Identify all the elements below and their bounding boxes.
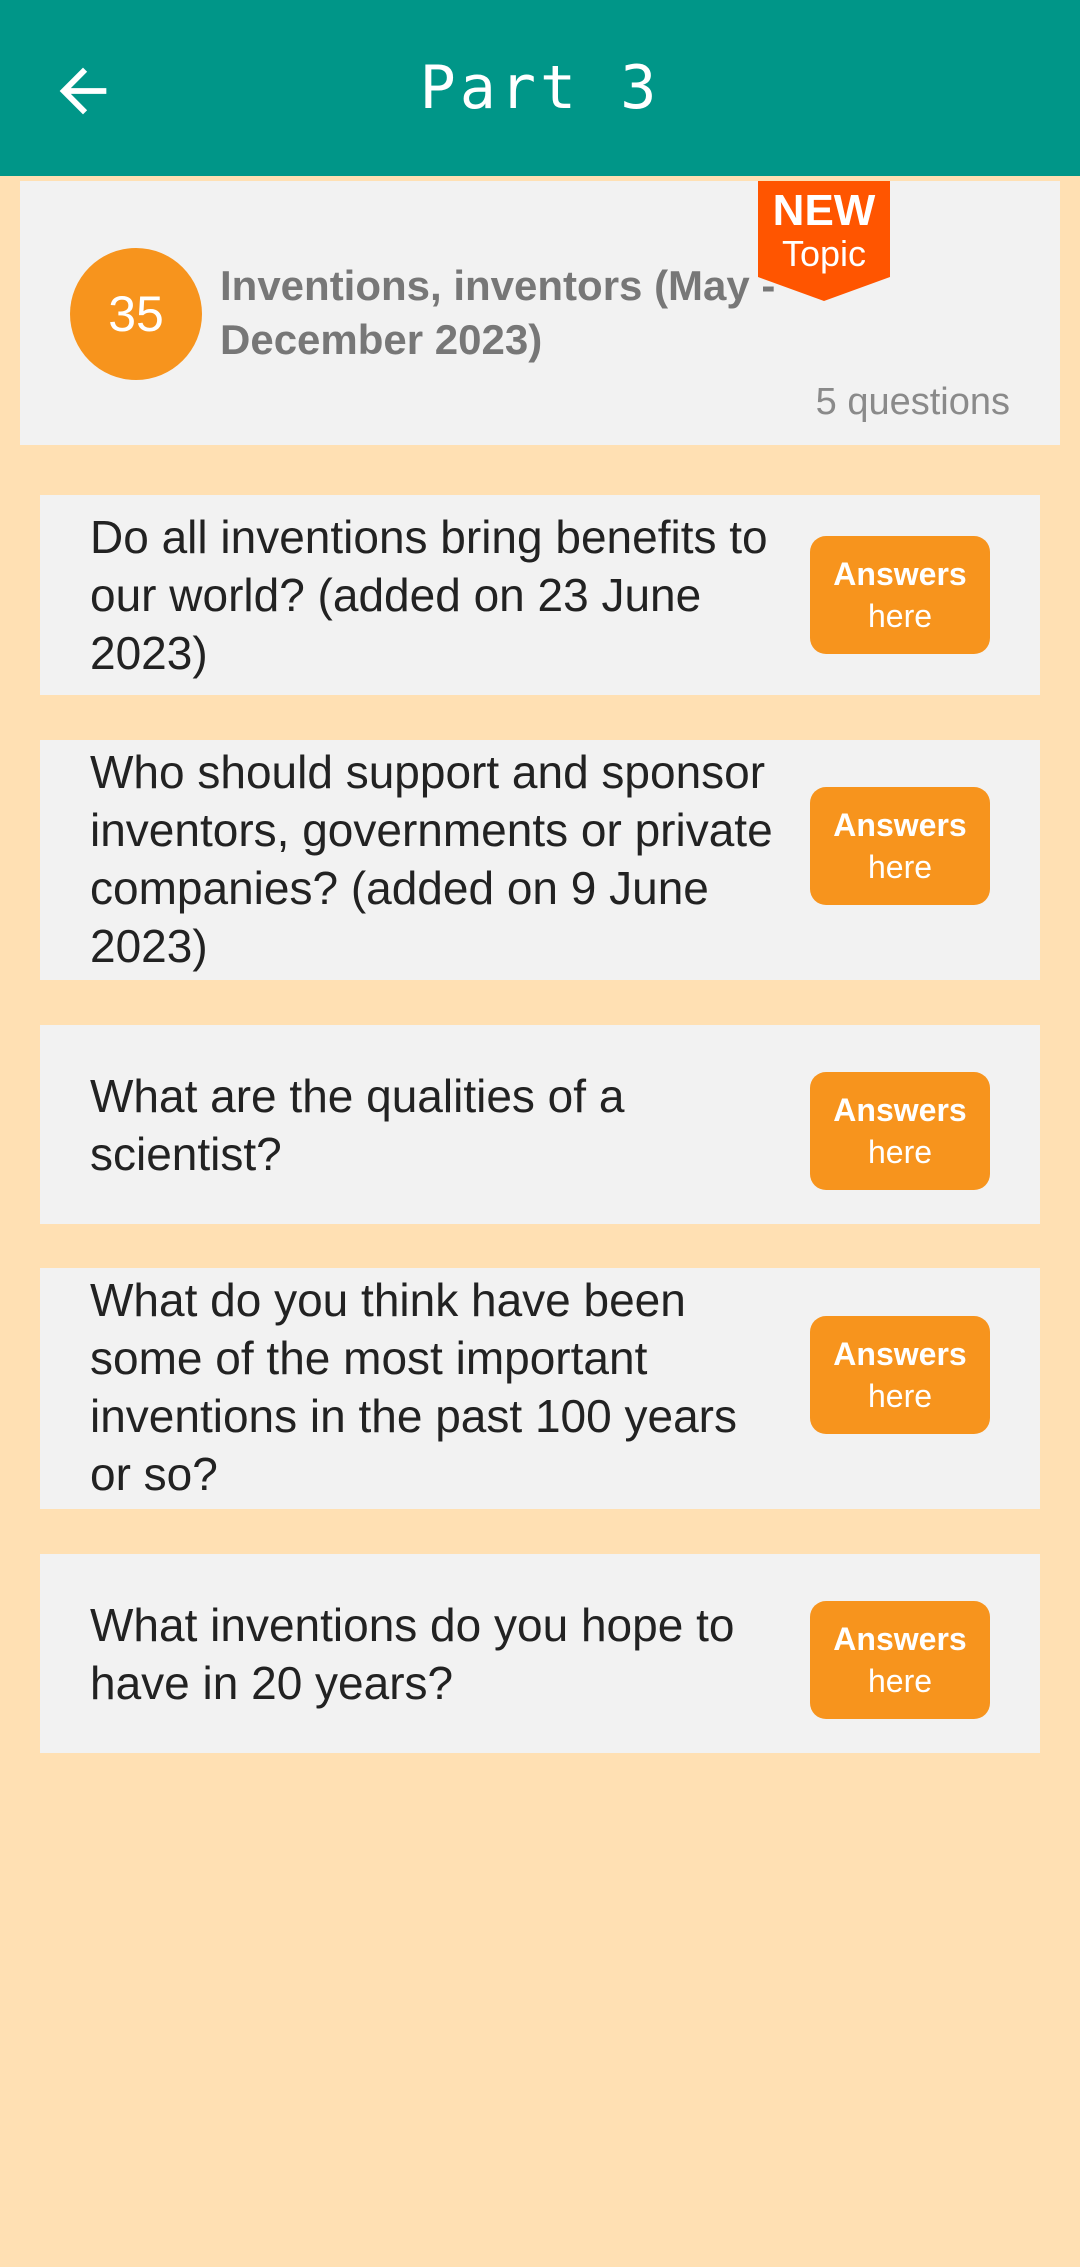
answers-button[interactable]: Answers here — [810, 536, 990, 654]
here-label: here — [867, 1663, 933, 1699]
page-title: Part 3 — [419, 53, 661, 123]
question-card: What do you think have been some of the … — [40, 1268, 1040, 1509]
answers-button[interactable]: Answers here — [810, 1316, 990, 1434]
answers-button[interactable]: Answers here — [810, 1072, 990, 1190]
question-card: Do all inventions bring benefits to our … — [40, 495, 1040, 695]
question-text: Who should support and sponsor inventors… — [90, 746, 773, 972]
here-label: here — [867, 849, 933, 885]
question-card: Who should support and sponsor inventors… — [40, 740, 1040, 980]
new-label: NEW — [772, 186, 876, 235]
answers-button[interactable]: Answers here — [810, 1601, 990, 1719]
question-card: What are the qualities of a scientist? A… — [40, 1025, 1040, 1224]
here-label: here — [867, 1134, 933, 1170]
topic-title: Inventions, inventors (May - December 20… — [220, 262, 776, 363]
question-text: What do you think have been some of the … — [90, 1274, 737, 1500]
here-label: here — [867, 1378, 933, 1414]
question-text: What inventions do you hope to have in 2… — [90, 1599, 735, 1709]
here-label: here — [867, 598, 933, 634]
topic-label: Topic — [781, 233, 867, 274]
answers-label: Answers — [833, 556, 967, 592]
question-count: 5 questions — [815, 381, 1010, 423]
question-text: What are the qualities of a scientist? — [90, 1070, 625, 1180]
answers-label: Answers — [833, 1092, 967, 1128]
new-topic-ribbon: NEW Topic — [758, 181, 890, 301]
answers-label: Answers — [833, 1621, 967, 1657]
app-bar: Part 3 — [0, 0, 1080, 176]
answers-button[interactable]: Answers here — [810, 787, 990, 905]
topic-number-badge: 35 — [70, 248, 202, 380]
answers-label: Answers — [833, 807, 967, 843]
topic-card[interactable]: 35 Inventions, inventors (May - December… — [20, 181, 1060, 445]
question-text: Do all inventions bring benefits to our … — [90, 511, 768, 679]
answers-label: Answers — [833, 1336, 967, 1372]
question-card: What inventions do you hope to have in 2… — [40, 1554, 1040, 1753]
